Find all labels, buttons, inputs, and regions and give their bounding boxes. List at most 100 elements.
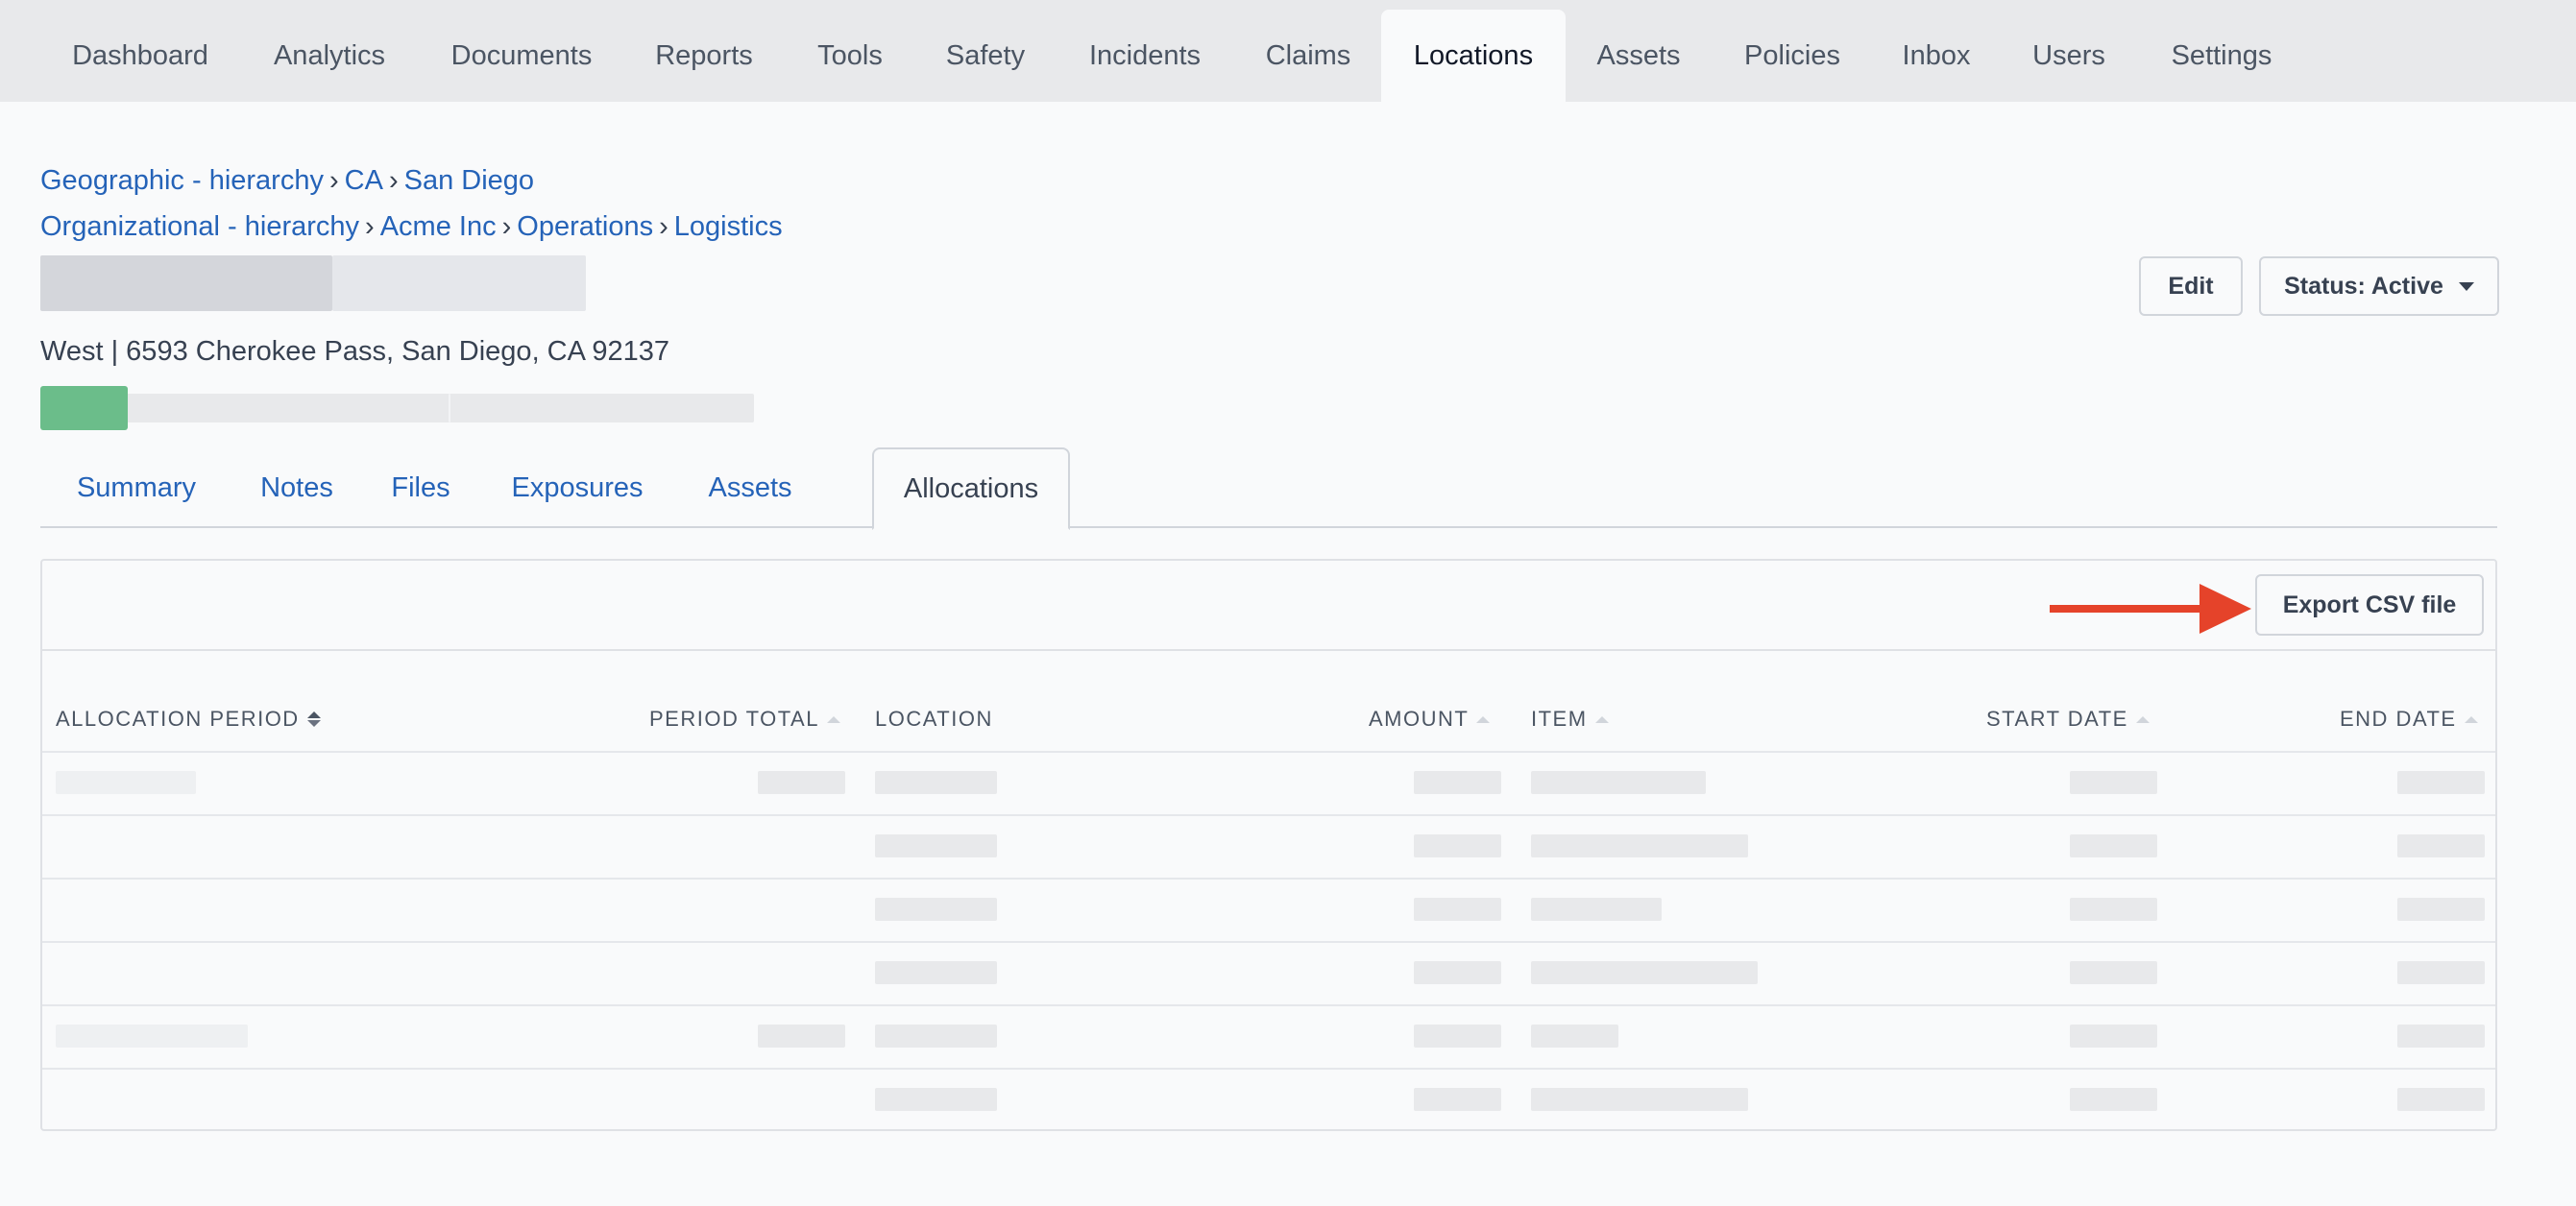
column-header-amount[interactable]: AMOUNT xyxy=(1369,707,1491,732)
table-row-placeholder xyxy=(875,1025,997,1048)
column-header-start-date[interactable]: START DATE xyxy=(1986,707,2150,732)
table-row-divider xyxy=(42,1068,2495,1070)
column-header-allocation-period[interactable]: ALLOCATION PERIOD xyxy=(56,707,321,732)
table-row-placeholder xyxy=(2070,1088,2157,1111)
table-row-placeholder xyxy=(1531,1025,1618,1048)
nav-reports[interactable]: Reports xyxy=(624,10,784,102)
progress-track xyxy=(40,394,754,422)
status-label: Status: Active xyxy=(2284,272,2443,300)
nav-policies[interactable]: Policies xyxy=(1712,10,1873,102)
table-row-placeholder xyxy=(2070,961,2157,984)
table-row-placeholder xyxy=(2397,1088,2485,1111)
table-row-divider xyxy=(42,1004,2495,1006)
title-placeholder xyxy=(40,255,332,311)
breadcrumb-separator: › xyxy=(659,211,668,242)
breadcrumb-link[interactable]: Logistics xyxy=(674,211,783,242)
table-row-placeholder xyxy=(1414,898,1501,921)
table-row-placeholder xyxy=(2070,898,2157,921)
top-navigation: Dashboard Analytics Documents Reports To… xyxy=(0,0,2576,102)
table-row-placeholder xyxy=(2070,1025,2157,1048)
table-row-placeholder xyxy=(1531,898,1662,921)
tab-assets[interactable]: Assets xyxy=(674,447,826,528)
sort-icon[interactable] xyxy=(2135,715,2150,723)
nav-analytics[interactable]: Analytics xyxy=(240,10,419,102)
table-row-placeholder xyxy=(2397,771,2485,794)
table-row-placeholder xyxy=(1531,771,1706,794)
column-header-item[interactable]: ITEM xyxy=(1531,707,1609,732)
column-header-period-total[interactable]: PERIOD TOTAL xyxy=(649,707,840,732)
table-row-placeholder xyxy=(2397,1025,2485,1048)
sort-icon[interactable] xyxy=(826,715,840,723)
column-label: START DATE xyxy=(1986,707,2128,731)
table-row-placeholder xyxy=(875,961,997,984)
tab-notes[interactable]: Notes xyxy=(232,447,361,528)
tab-allocations[interactable]: Allocations xyxy=(872,447,1070,530)
table-row-divider xyxy=(42,814,2495,816)
organizational-breadcrumb: Organizational - hierarchy › Acme Inc › Oper… xyxy=(40,211,783,243)
nav-claims[interactable]: Claims xyxy=(1235,10,1381,102)
column-label: ALLOCATION PERIOD xyxy=(56,707,300,731)
sort-icon[interactable] xyxy=(1594,715,1609,723)
tab-summary[interactable]: Summary xyxy=(40,447,232,528)
breadcrumb-link[interactable]: CA xyxy=(345,165,383,196)
edit-button[interactable]: Edit xyxy=(2139,256,2243,316)
sort-icon[interactable] xyxy=(1476,715,1491,723)
table-row-divider xyxy=(42,941,2495,943)
location-tabs: Summary Notes Files Exposures Assets All… xyxy=(40,447,2497,530)
progress-divider xyxy=(449,394,450,422)
column-label: PERIOD TOTAL xyxy=(649,707,819,731)
breadcrumb-link[interactable]: Geographic - hierarchy xyxy=(40,165,324,196)
status-dropdown[interactable]: Status: Active xyxy=(2259,256,2499,316)
title-placeholder-secondary xyxy=(332,255,586,311)
table-row-placeholder xyxy=(1531,1088,1748,1111)
chevron-down-icon xyxy=(2458,281,2474,291)
nav-safety[interactable]: Safety xyxy=(916,10,1055,102)
breadcrumb-link[interactable]: San Diego xyxy=(404,165,534,196)
nav-tools[interactable]: Tools xyxy=(784,10,916,102)
column-header-end-date[interactable]: END DATE xyxy=(2340,707,2478,732)
breadcrumb-separator: › xyxy=(328,165,339,196)
table-row-placeholder xyxy=(1531,961,1758,984)
table-row-placeholder xyxy=(1414,834,1501,857)
table-row-placeholder xyxy=(875,771,997,794)
breadcrumb-separator: › xyxy=(365,211,375,242)
table-row-placeholder xyxy=(875,1088,997,1111)
table-row-placeholder xyxy=(875,834,997,857)
nav-incidents[interactable]: Incidents xyxy=(1055,10,1235,102)
table-row-placeholder xyxy=(1414,771,1501,794)
sort-icon[interactable] xyxy=(306,712,321,727)
breadcrumb-separator: › xyxy=(501,211,512,242)
tab-exposures[interactable]: Exposures xyxy=(480,447,674,528)
nav-dashboard[interactable]: Dashboard xyxy=(40,10,240,102)
table-row-placeholder xyxy=(2070,834,2157,857)
progress-fill xyxy=(40,386,128,430)
table-row-placeholder xyxy=(2397,961,2485,984)
table-row-placeholder xyxy=(758,771,845,794)
nav-locations[interactable]: Locations xyxy=(1381,10,1566,102)
breadcrumb-link[interactable]: Organizational - hierarchy xyxy=(40,211,359,242)
table-row-placeholder xyxy=(1414,1025,1501,1048)
breadcrumb-link[interactable]: Operations xyxy=(517,211,653,242)
column-label: ITEM xyxy=(1531,707,1588,731)
location-address: West | 6593 Cherokee Pass, San Diego, CA… xyxy=(40,336,670,367)
nav-inbox[interactable]: Inbox xyxy=(1873,10,2000,102)
sort-icon[interactable] xyxy=(2464,715,2478,723)
column-header-location: LOCATION xyxy=(875,707,993,732)
arrow-right-icon xyxy=(2050,584,2251,634)
geographic-breadcrumb: Geographic - hierarchy › CA › San Diego xyxy=(40,165,534,197)
table-row-placeholder xyxy=(2070,771,2157,794)
nav-assets[interactable]: Assets xyxy=(1566,10,1712,102)
breadcrumb-separator: › xyxy=(388,165,399,196)
table-header-divider xyxy=(42,751,2495,753)
table-row-placeholder xyxy=(56,1025,248,1048)
table-row-placeholder xyxy=(1414,961,1501,984)
nav-users[interactable]: Users xyxy=(2000,10,2138,102)
breadcrumb-link[interactable]: Acme Inc xyxy=(380,211,497,242)
export-csv-button[interactable]: Export CSV file xyxy=(2255,574,2484,636)
table-row-placeholder xyxy=(1414,1088,1501,1111)
tab-files[interactable]: Files xyxy=(361,447,480,528)
nav-documents[interactable]: Documents xyxy=(419,10,624,102)
table-row-placeholder xyxy=(56,771,196,794)
nav-settings[interactable]: Settings xyxy=(2138,10,2305,102)
table-row-placeholder xyxy=(758,1025,845,1048)
